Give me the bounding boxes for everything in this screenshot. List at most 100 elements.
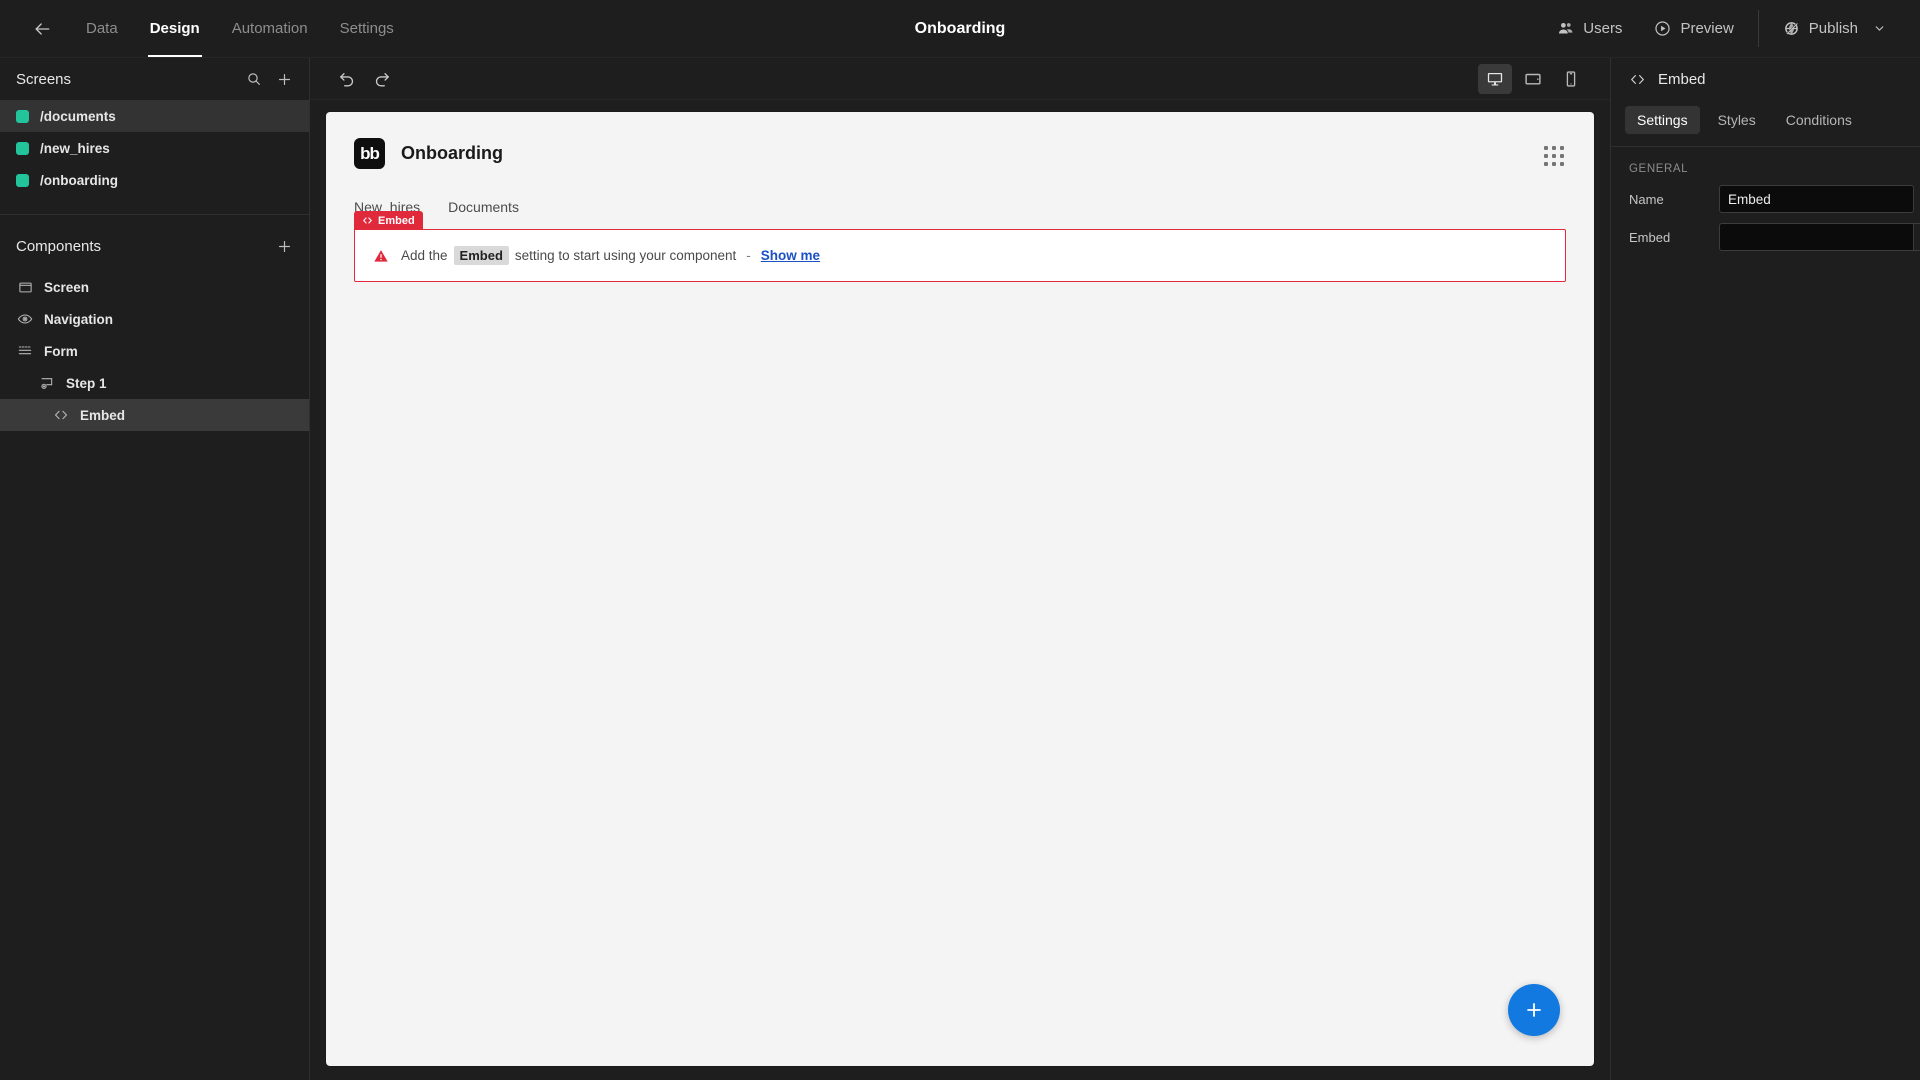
center-column: bb Onboarding New_hires Documents Embed … [310,58,1610,1080]
screen-color-dot [16,141,29,155]
nav-tab-label: Design [149,20,200,37]
code-icon [1629,71,1646,88]
field-name-label: Name [1629,191,1664,207]
publish-dropdown-button[interactable] [1873,22,1886,35]
nav-tab-design[interactable]: Design [134,0,216,57]
step-icon [38,375,56,391]
device-desktop-button[interactable] [1478,63,1512,94]
publish-button[interactable]: Publish [1767,0,1902,57]
component-item-step-1[interactable]: Step 1 [0,367,309,399]
embed-input[interactable] [1719,223,1913,251]
nav-tab-data[interactable]: Data [70,0,134,57]
component-item-label: Screen [44,279,90,295]
field-name-input-wrap [1719,185,1914,213]
device-tablet-button[interactable] [1516,64,1550,94]
field-embed: Embed [1611,223,1920,261]
tab-conditions[interactable]: Conditions [1774,106,1864,134]
component-item-label: Form [44,343,78,359]
right-panel-header: Embed [1611,58,1920,100]
nav-tab-label: Settings [339,20,394,37]
components-header-actions [276,238,293,255]
name-input[interactable] [1719,185,1914,213]
preview-header: bb Onboarding [326,112,1594,169]
embed-selection-tag: Embed [354,211,423,230]
general-section-label: GENERAL [1629,163,1689,175]
field-embed-label: Embed [1629,229,1671,245]
app-preview: bb Onboarding New_hires Documents Embed … [326,112,1594,1066]
embed-binding-button[interactable] [1913,223,1920,251]
search-icon [248,73,260,85]
screen-item-label: /new_hires [40,140,110,156]
screen-color-dot [16,109,29,123]
main-nav-tabs: Data Design Automation Settings [70,0,410,57]
preview-app-title: Onboarding [401,143,503,163]
component-item-screen[interactable]: Screen [0,271,309,303]
field-name: Name [1611,185,1920,223]
component-item-navigation[interactable]: Navigation [0,303,309,335]
warning-code-chip: Embed [453,246,509,265]
top-bar: Data Design Automation Settings Onboardi… [0,0,1920,58]
warning-triangle-icon [373,248,389,264]
preview-nav-tabs: New_hires Documents [326,169,1594,215]
canvas-area: bb Onboarding New_hires Documents Embed … [310,100,1610,1080]
screen-color-dot [16,173,29,187]
nav-tab-automation[interactable]: Automation [216,0,324,57]
right-panel: Embed Settings Styles Conditions GENERAL… [1610,58,1920,1080]
warning-text-before: Add the [401,248,448,263]
nav-tab-label: Data [86,20,118,37]
screens-search-button[interactable] [246,71,262,87]
screen-item-documents[interactable]: /documents [0,100,309,132]
panel-divider [0,214,309,215]
field-embed-input-wrap [1719,223,1920,251]
undo-button[interactable] [332,64,362,94]
tab-styles[interactable]: Styles [1706,106,1768,134]
screen-item-new-hires[interactable]: /new_hires [0,132,309,164]
screens-list: /documents /new_hires /onboarding [0,100,309,204]
top-bar-left: Data Design Automation Settings [0,0,410,57]
show-me-link[interactable]: Show me [761,248,820,263]
screen-item-onboarding[interactable]: /onboarding [0,164,309,196]
form-icon [16,343,34,359]
screens-header-actions [246,71,293,88]
chevron-down-icon [1875,26,1884,31]
app-logo: bb [354,138,385,169]
nav-tab-label: Automation [231,20,308,37]
warning-separator: - [746,248,751,263]
body: Screens /documents /new_hires /onboardin… [0,58,1920,1080]
right-panel-tabs: Settings Styles Conditions [1611,100,1920,146]
right-panel-title: Embed [1658,70,1706,88]
tab-settings[interactable]: Settings [1625,106,1700,134]
screens-panel-header: Screens [0,58,309,100]
play-circle-icon [1655,21,1671,36]
redo-button[interactable] [366,64,396,94]
left-panel: Screens /documents /new_hires /onboardin… [0,58,310,1080]
plus-icon [278,73,291,85]
add-component-button[interactable] [276,238,293,255]
toolbar-separator [1757,10,1759,47]
embed-component-block[interactable]: Embed Add the Embed setting to start usi… [354,211,1566,282]
publish-label: Publish [1808,20,1858,37]
device-mobile-button[interactable] [1554,64,1588,94]
screen-icon [16,280,34,295]
embed-tag-label: Embed [378,214,415,227]
screen-item-label: /documents [40,108,116,124]
grid-dots-icon[interactable] [1544,146,1564,166]
publish-globe-slash-icon [1784,22,1798,35]
component-item-embed[interactable]: Embed [0,399,309,431]
users-button[interactable]: Users [1541,0,1638,57]
tablet-icon [1525,73,1541,85]
embed-warning-message: Add the Embed setting to start using you… [401,246,820,265]
back-button[interactable] [24,11,60,47]
undo-icon [339,73,353,87]
desktop-icon [1487,72,1503,86]
preview-tab-documents[interactable]: Documents [448,199,519,215]
add-screen-button[interactable] [276,71,293,88]
device-preview-group [1478,63,1588,94]
app-root: Data Design Automation Settings Onboardi… [0,0,1920,1080]
add-component-fab[interactable] [1508,984,1560,1036]
screens-title: Screens [16,70,72,88]
component-item-form[interactable]: Form [0,335,309,367]
preview-button[interactable]: Preview [1638,0,1749,57]
nav-tab-settings[interactable]: Settings [324,0,410,57]
component-item-label: Step 1 [66,375,107,391]
